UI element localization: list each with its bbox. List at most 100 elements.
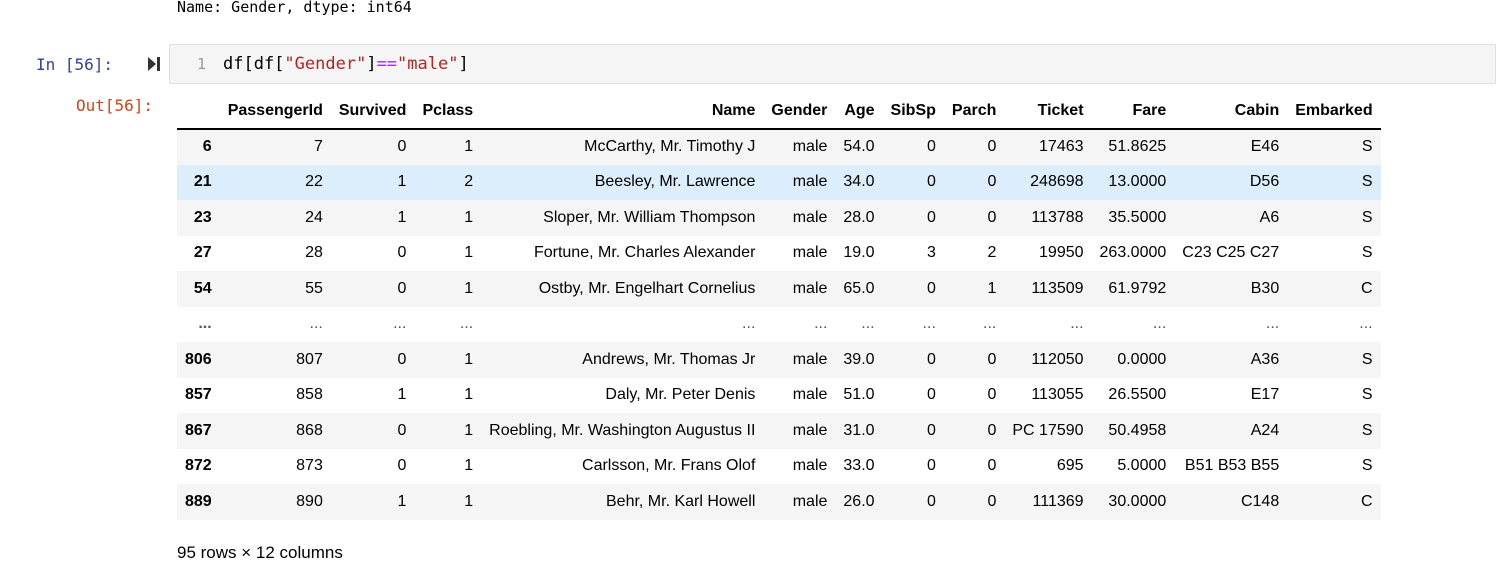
table-row: 889 890 1 1 Behr, Mr. Karl Howell male 26.0 0 0 1… (177, 484, 1381, 520)
table-cell: PC 17590 (1012, 421, 1084, 439)
table-cell: male (792, 386, 828, 404)
table-cell: 0 (926, 173, 936, 191)
row-index: ... (198, 315, 212, 333)
table-cell: A36 (1250, 350, 1280, 368)
code-token: df[df[ (223, 54, 285, 74)
table-cell: 1 (464, 386, 474, 404)
table-cell: 33.0 (843, 457, 875, 475)
table-cell: 0.0000 (1117, 350, 1167, 368)
table-cell: ... (1070, 315, 1084, 333)
table-cell: S (1361, 173, 1373, 191)
table-cell: 0 (926, 457, 936, 475)
row-index: 889 (185, 492, 212, 510)
table-cell: 2 (464, 173, 474, 191)
table-cell: 1 (464, 457, 474, 475)
table-cell: ... (742, 315, 756, 333)
column-header: Gender (763, 94, 836, 130)
table-cell: 35.5000 (1108, 208, 1167, 226)
table-cell: ... (309, 315, 323, 333)
table-cell: 1 (987, 279, 997, 297)
table-cell: 0 (926, 386, 936, 404)
table-row: ....................................... (177, 307, 1381, 343)
table-cell: Carlsson, Mr. Frans Olof (582, 457, 756, 475)
table-cell: 0 (397, 279, 407, 297)
row-index: 872 (185, 457, 212, 475)
table-cell: Behr, Mr. Karl Howell (606, 492, 756, 510)
column-header: Fare (1091, 94, 1175, 130)
table-cell: 113509 (1031, 279, 1084, 297)
run-cell-icon[interactable] (146, 56, 162, 72)
table-cell: 0 (987, 350, 997, 368)
table-cell: 0 (926, 350, 936, 368)
table-cell: D56 (1249, 173, 1280, 191)
table-cell: 873 (296, 457, 323, 475)
table-cell: E17 (1250, 386, 1280, 404)
table-cell: 695 (1056, 457, 1084, 475)
code-line[interactable]: df[df["Gender"]=="male"] (223, 45, 469, 83)
table-cell: 0 (397, 350, 407, 368)
row-index: 54 (193, 279, 212, 297)
column-header: PassengerId (219, 94, 331, 130)
table-row: 6 7 0 1 McCarthy, Mr. Timothy J male 54.0 0 0 174… (177, 129, 1381, 165)
table-cell: 54.0 (843, 138, 875, 156)
table-cell: 113055 (1031, 386, 1084, 404)
code-token: "male" (397, 54, 459, 74)
table-cell: 1 (464, 279, 474, 297)
table-cell: 0 (926, 138, 936, 156)
table-cell: male (792, 244, 828, 262)
table-cell: male (792, 279, 828, 297)
table-cell: 28 (305, 244, 323, 262)
table-row: 872 873 0 1 Carlsson, Mr. Frans Olof male 33.0… (177, 449, 1381, 485)
table-cell: 1 (464, 421, 474, 439)
code-cell-editor[interactable]: 1 df[df["Gender"]=="male"] (169, 44, 1496, 84)
row-index: 27 (193, 244, 212, 262)
code-token: == (376, 54, 398, 74)
table-cell: 5.0000 (1117, 457, 1167, 475)
table-cell: Sloper, Mr. William Thompson (543, 208, 756, 226)
table-cell: 0 (926, 279, 936, 297)
table-cell: 1 (464, 208, 474, 226)
table-cell: 2 (987, 244, 997, 262)
run-icon-glyph (148, 57, 160, 71)
table-row: 857 858 1 1 Daly, Mr. Peter Denis male 51.0 0 0 1… (177, 378, 1381, 414)
code-token: "Gender" (284, 54, 367, 74)
table-cell: 61.9792 (1108, 279, 1167, 297)
table-cell: 1 (397, 492, 407, 510)
table-cell: 0 (987, 208, 997, 226)
row-index: 23 (193, 208, 212, 226)
table-cell: 0 (926, 492, 936, 510)
table-cell: 65.0 (843, 279, 875, 297)
table-cell: 858 (296, 386, 323, 404)
table-cell: B30 (1250, 279, 1280, 297)
table-cell: male (792, 350, 828, 368)
table-cell: male (792, 208, 828, 226)
output-prompt: Out[56]: (76, 96, 154, 115)
column-header: Survived (330, 94, 415, 130)
table-cell: S (1361, 208, 1373, 226)
table-cell: 0 (987, 173, 997, 191)
table-cell: 112050 (1031, 350, 1084, 368)
table-row: 806 807 0 1 Andrews, Mr. Thomas Jr male 39.0 0 0… (177, 342, 1381, 378)
table-cell: 1 (397, 208, 407, 226)
table-cell: 26.0 (843, 492, 875, 510)
table-cell: 19.0 (843, 244, 875, 262)
table-cell: 30.0000 (1108, 492, 1167, 510)
column-header: SibSp (882, 94, 944, 130)
table-cell: S (1361, 386, 1373, 404)
line-number: 1 (196, 55, 206, 73)
table-cell: 1 (397, 386, 407, 404)
table-cell: S (1361, 350, 1373, 368)
table-cell: 1 (464, 138, 474, 156)
table-cell: 263.0000 (1099, 244, 1167, 262)
table-cell: 19950 (1039, 244, 1084, 262)
table-cell: male (792, 421, 828, 439)
table-cell: 0 (987, 138, 997, 156)
table-cell: ... (393, 315, 407, 333)
table-cell: 868 (296, 421, 323, 439)
table-cell: ... (983, 315, 997, 333)
table-cell: A6 (1259, 208, 1280, 226)
table-cell: 111369 (1032, 492, 1084, 510)
table-cell: 890 (296, 492, 323, 510)
table-cell: 51.8625 (1108, 138, 1167, 156)
table-cell: A24 (1250, 421, 1280, 439)
